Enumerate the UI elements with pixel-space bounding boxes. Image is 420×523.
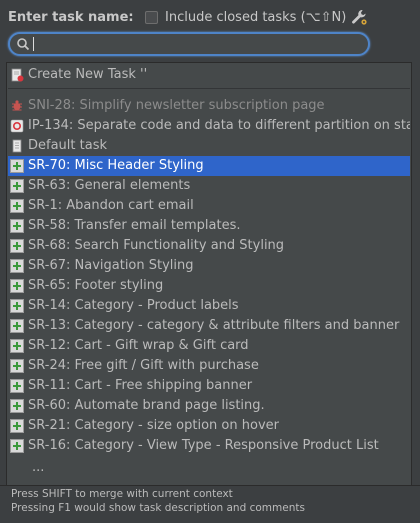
task-list-item-label: SR-68: Search Functionality and Styling xyxy=(28,238,285,253)
document-icon xyxy=(10,139,24,153)
hint-shift-merge: Press SHIFT to merge with current contex… xyxy=(11,488,233,500)
task-list-item-label: SR-24: Free gift / Gift with purchase xyxy=(28,358,259,373)
task-list-item[interactable]: SR-11: Cart - Free shipping banner xyxy=(8,376,410,396)
task-list-item[interactable]: SR-24: Free gift / Gift with purchase xyxy=(8,356,410,376)
task-suggestion-list: Create New Task '' SNI-28: Simplify news… xyxy=(6,62,412,518)
task-list-item[interactable]: SR-13: Category - category & attribute f… xyxy=(8,316,410,336)
task-list-item[interactable]: IP-134: Separate code and data to differ… xyxy=(8,116,410,136)
task-list-item[interactable]: SR-68: Search Functionality and Styling xyxy=(8,236,410,256)
plus-icon xyxy=(10,439,24,453)
create-new-task-item[interactable]: Create New Task '' xyxy=(8,65,410,85)
plus-icon xyxy=(10,419,24,433)
task-list-item[interactable]: SR-60: Automate brand page listing. xyxy=(8,396,410,416)
task-list-item-label: SR-67: Navigation Styling xyxy=(28,258,194,273)
youtrack-icon xyxy=(10,119,24,133)
task-list-item[interactable]: SR-21: Category - size option on hover xyxy=(8,416,410,436)
more-items-indicator: ... xyxy=(32,460,45,475)
plus-icon xyxy=(10,199,24,213)
task-list-item-label: SR-63: General elements xyxy=(28,178,191,193)
bug-icon xyxy=(10,99,24,113)
settings-wrench-icon[interactable] xyxy=(350,8,368,26)
task-list-item[interactable]: SR-65: Footer styling xyxy=(8,276,410,296)
task-list-item[interactable]: SR-58: Transfer email templates. xyxy=(8,216,410,236)
plus-icon xyxy=(10,319,24,333)
task-list-item-label: SR-16: Category - View Type - Responsive… xyxy=(28,438,379,453)
search-icon xyxy=(17,38,30,51)
header-bar: Enter task name: Include closed tasks (⌥… xyxy=(0,0,420,62)
new-task-icon xyxy=(11,68,24,82)
task-list-item-label: SR-11: Cart - Free shipping banner xyxy=(28,378,253,393)
task-list-item-label: SR-14: Category - Product labels xyxy=(28,298,239,313)
plus-icon xyxy=(10,399,24,413)
include-closed-label[interactable]: Include closed tasks (⌥⇧N) xyxy=(165,10,346,25)
plus-icon xyxy=(10,259,24,273)
task-list-item-label: SR-21: Category - size option on hover xyxy=(28,418,279,433)
plus-icon xyxy=(10,159,24,173)
task-list-item-label: SR-13: Category - category & attribute f… xyxy=(28,318,400,333)
plus-icon xyxy=(10,239,24,253)
plus-icon xyxy=(10,219,24,233)
task-list-item-label: SR-12: Cart - Gift wrap & Gift card xyxy=(28,338,249,353)
task-list-item-label: SR-60: Automate brand page listing. xyxy=(28,398,265,413)
task-list-item-label: SR-70: Misc Header Styling xyxy=(28,158,204,173)
task-list-item-label: SR-1: Abandon cart email xyxy=(28,198,194,213)
task-list-item-label: Default task xyxy=(28,138,107,153)
hint-f1-description: Pressing F1 would show task description … xyxy=(11,502,305,514)
create-new-task-label: Create New Task '' xyxy=(28,67,148,82)
task-list-item[interactable]: Default task xyxy=(8,136,410,156)
task-list-item[interactable]: SR-16: Category - View Type - Responsive… xyxy=(8,436,410,456)
plus-icon xyxy=(10,339,24,353)
plus-icon xyxy=(10,379,24,393)
include-closed-checkbox[interactable] xyxy=(145,11,158,24)
enter-task-name-label: Enter task name: xyxy=(8,10,134,25)
task-list-item-label: IP-134: Separate code and data to differ… xyxy=(28,118,410,133)
text-caret xyxy=(33,37,34,51)
plus-icon xyxy=(10,299,24,313)
hint-footer: Press SHIFT to merge with current contex… xyxy=(0,485,420,523)
plus-icon xyxy=(10,359,24,373)
task-list-item[interactable]: SR-70: Misc Header Styling xyxy=(8,156,410,176)
task-list-item[interactable]: SR-12: Cart - Gift wrap & Gift card xyxy=(8,336,410,356)
task-list-item-label: SNI-28: Simplify newsletter subscription… xyxy=(28,98,325,113)
task-list-item[interactable]: SR-63: General elements xyxy=(8,176,410,196)
task-list-item[interactable]: SR-1: Abandon cart email xyxy=(8,196,410,216)
list-separator xyxy=(8,88,410,89)
plus-icon xyxy=(10,279,24,293)
task-list-item[interactable]: SNI-28: Simplify newsletter subscription… xyxy=(8,96,410,116)
task-list-item[interactable]: SR-14: Category - Product labels xyxy=(8,296,410,316)
task-list-item-label: SR-58: Transfer email templates. xyxy=(28,218,241,233)
task-search-input[interactable] xyxy=(34,36,354,52)
task-list-item-label: SR-65: Footer styling xyxy=(28,278,164,293)
search-box[interactable] xyxy=(8,32,370,56)
task-list-item[interactable]: SR-67: Navigation Styling xyxy=(8,256,410,276)
plus-icon xyxy=(10,179,24,193)
